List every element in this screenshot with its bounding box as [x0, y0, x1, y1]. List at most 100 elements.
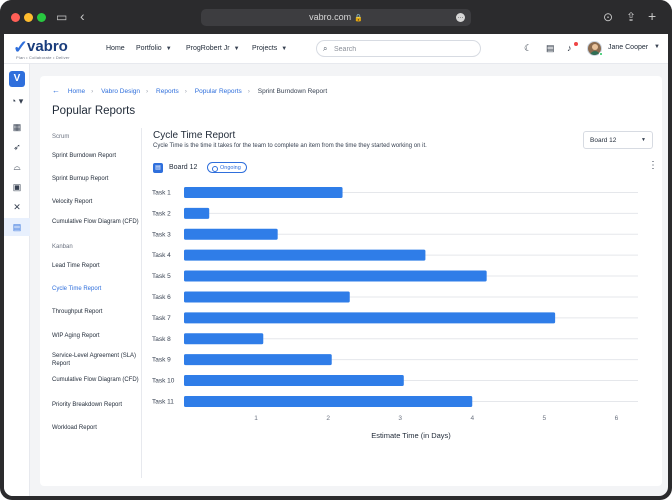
nav-projects[interactable]: Projects ▼ [252, 44, 287, 54]
nav-portfolio-label: Portfolio [136, 45, 162, 52]
breadcrumb-project[interactable]: Vabro Design [101, 88, 140, 95]
report-item-sprint-burndown[interactable]: Sprint Burndown Report [52, 152, 140, 160]
y-tick-label: Task 9 [152, 357, 171, 364]
y-tick-label: Task 7 [152, 315, 171, 322]
report-item-velocity[interactable]: Velocity Report [52, 198, 140, 206]
bar-task-7[interactable] [184, 312, 556, 324]
bar-task-5[interactable] [184, 270, 487, 282]
search-box[interactable]: ⌕ [316, 40, 481, 57]
reports-icon[interactable]: ▤ [4, 218, 30, 236]
more-options-icon[interactable]: ⋮ [648, 161, 658, 171]
user-name[interactable]: Jane Cooper [608, 44, 648, 51]
bar-task-1[interactable] [184, 186, 343, 198]
new-tab-icon[interactable]: + [648, 9, 656, 23]
y-tick-label: Task 8 [152, 336, 171, 343]
online-status-dot [599, 52, 603, 56]
back-arrow-icon[interactable]: ← [52, 86, 60, 95]
bar-task-3[interactable] [184, 228, 278, 240]
x-tick-label: 3 [398, 415, 402, 422]
address-bar[interactable]: vabro.com 🔒 … [201, 9, 471, 26]
logo-mark-icon: ✓ [13, 37, 29, 57]
x-tick-label: 4 [470, 415, 474, 422]
back-chevron-icon[interactable]: ‹ [80, 9, 85, 23]
minimize-window-button[interactable] [24, 13, 33, 22]
y-tick-label: Task 3 [152, 231, 171, 238]
search-icon: ⌕ [323, 44, 328, 53]
report-item-lead-time[interactable]: Lead Time Report [52, 262, 140, 270]
bar-task-6[interactable] [184, 291, 350, 303]
breadcrumb-current: Sprint Burndown Report [257, 88, 328, 95]
bell-icon[interactable]: ⌓ [4, 160, 30, 174]
top-navigation: ✓ vabro Plan • Collaborate • Deliver Hom… [4, 34, 668, 64]
bar-task-2[interactable] [184, 207, 210, 219]
vabro-logo[interactable]: ✓ vabro Plan • Collaborate • Deliver [13, 38, 89, 62]
app-viewport: ✓ vabro Plan • Collaborate • Deliver Hom… [4, 34, 668, 496]
profile-menu-icon[interactable]: ◔ ▾ [4, 94, 30, 108]
board-select-value: Board 12 [590, 137, 617, 144]
bar-task-11[interactable] [184, 395, 473, 407]
status-badge: Ongoing [207, 162, 247, 173]
y-tick-label: Task 5 [152, 273, 171, 280]
report-item-sprint-burnup[interactable]: Sprint Burnup Report [52, 175, 140, 183]
inbox-icon[interactable]: ▤ [546, 43, 555, 54]
main-panel: ← Home › Vabro Design › Reports › Popular R… [40, 76, 662, 486]
zoom-window-button[interactable] [37, 13, 46, 22]
chevron-down-icon: ▼ [233, 46, 240, 52]
rocket-icon[interactable]: ➶ [4, 140, 30, 154]
documents-icon[interactable]: ▦ [4, 120, 30, 134]
page-title: Popular Reports [52, 105, 136, 117]
share-icon[interactable]: ⇪ [626, 10, 636, 24]
reader-icon[interactable]: … [456, 13, 465, 22]
section-label-scrum: Scrum [52, 134, 70, 140]
x-tick-label: 2 [326, 415, 330, 422]
workspace-icon[interactable]: V [9, 71, 25, 87]
bar-task-4[interactable] [184, 249, 426, 261]
nav-program[interactable]: ProgRobert Jr ▼ [186, 44, 240, 54]
download-icon[interactable]: ⊙ [603, 10, 613, 24]
notification-badge [574, 42, 578, 46]
chart-svg: Task 1 Task 2 Task 3 Task 4 Task 5 Task 6 Task… [152, 186, 638, 440]
bar-task-9[interactable] [184, 354, 332, 366]
bar-task-8[interactable] [184, 333, 264, 345]
report-item-priority-breakdown[interactable]: Priority Breakdown Report [52, 401, 140, 409]
report-item-workload[interactable]: Workload Report [52, 424, 140, 432]
report-list: Scrum Sprint Burndown Report Sprint Burn… [40, 128, 142, 478]
nav-projects-label: Projects [252, 45, 278, 52]
logo-word: vabro [27, 38, 68, 55]
report-item-cycle-time[interactable]: Cycle Time Report [52, 285, 140, 293]
chevron-down-icon: ▼ [281, 46, 288, 52]
close-window-button[interactable] [11, 13, 20, 22]
notification-bell-icon[interactable]: ♪ [567, 43, 572, 54]
chevron-down-icon: ▼ [641, 137, 646, 143]
logo-tagline: Plan • Collaborate • Deliver [16, 55, 70, 60]
sidebar-toggle-icon[interactable]: ▭ [56, 10, 67, 24]
dark-mode-icon[interactable]: ☾ [524, 43, 532, 54]
chevron-down-icon: ▼ [165, 46, 172, 52]
report-item-cfd-scrum[interactable]: Cumulative Flow Diagram (CFD) [52, 218, 140, 226]
y-tick-label: Task 11 [152, 398, 174, 405]
breadcrumb-reports[interactable]: Reports [156, 88, 179, 95]
calendar-icon[interactable]: ▣ [4, 180, 30, 194]
tools-icon[interactable]: ✕ [4, 200, 30, 214]
lock-icon: 🔒 [354, 15, 363, 22]
report-item-wip-aging[interactable]: WIP Aging Report [52, 332, 140, 340]
chevron-down-icon[interactable]: ▼ [654, 44, 660, 50]
report-item-throughput[interactable]: Throughput Report [52, 308, 140, 316]
icon-rail: V ◔ ▾ ▦ ➶ ⌓ ▣ ✕ ▤ [4, 64, 30, 496]
nav-home-label: Home [106, 45, 125, 52]
url-text: vabro.com [309, 12, 352, 22]
y-tick-label: Task 1 [152, 189, 171, 196]
nav-home[interactable]: Home [106, 44, 125, 54]
breadcrumb-popular-reports[interactable]: Popular Reports [195, 88, 242, 95]
x-axis-label: Estimate Time (in Days) [371, 431, 451, 440]
search-input[interactable] [334, 43, 474, 55]
board-icon: ▤ [153, 163, 163, 173]
y-tick-label: Task 2 [152, 210, 171, 217]
breadcrumb-home[interactable]: Home [68, 88, 85, 95]
bar-task-10[interactable] [184, 375, 404, 387]
board-select[interactable]: Board 12 ▼ [583, 131, 653, 149]
nav-portfolio[interactable]: Portfolio ▼ [136, 44, 172, 54]
report-item-cfd-kanban[interactable]: Cumulative Flow Diagram (CFD) [52, 376, 140, 384]
report-item-sla[interactable]: Service-Level Agreement (SLA) Report [52, 352, 140, 368]
y-tick-label: Task 10 [152, 378, 175, 385]
